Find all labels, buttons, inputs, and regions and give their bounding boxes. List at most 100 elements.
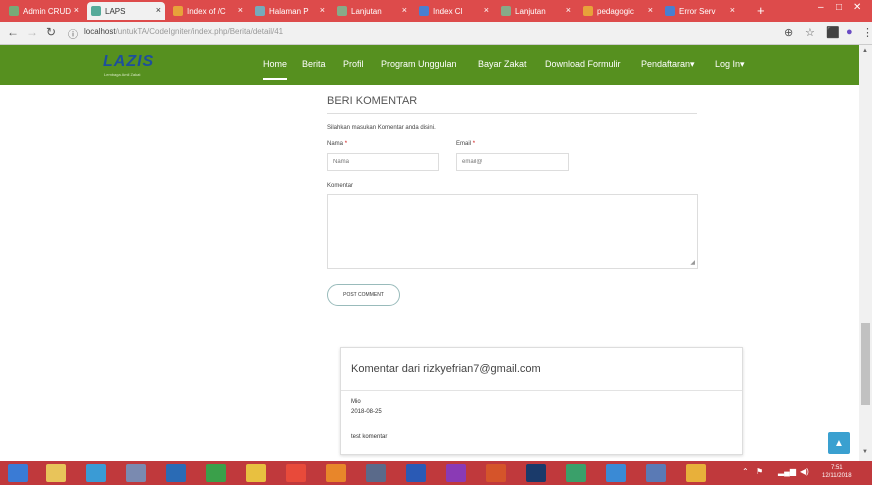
browser-tab[interactable]: pedagogic × [579, 2, 657, 20]
divider [327, 113, 697, 114]
taskbar-app16-icon[interactable] [606, 464, 626, 482]
site-logo[interactable]: LAZIS [103, 53, 154, 71]
taskbar-app4-icon[interactable] [126, 464, 146, 482]
profile-avatar[interactable]: ● [846, 26, 853, 38]
taskbar-app8-icon[interactable] [286, 464, 306, 482]
taskbar-outlook-icon[interactable] [166, 464, 186, 482]
browser-tab[interactable]: Lanjutan × [333, 2, 411, 20]
network-icon[interactable]: ▂▄▆ [778, 467, 796, 476]
comment-label: Komentar [327, 183, 354, 189]
comment-date: 2018-08-25 [351, 409, 382, 415]
browser-tab[interactable]: Admin CRUD × [5, 2, 83, 20]
taskbar-onenote-icon[interactable] [446, 464, 466, 482]
taskbar-mail-icon[interactable] [366, 464, 386, 482]
divider [341, 390, 742, 391]
menu-icon[interactable]: ⋮ [862, 26, 872, 39]
taskbar-app17-icon[interactable] [646, 464, 666, 482]
maximize-icon[interactable]: □ [836, 2, 842, 13]
tab-close-icon[interactable]: × [730, 5, 735, 15]
site-navbar: LAZIS Lembaga Amil Zakat Home Berita Pro… [0, 45, 859, 85]
tray-chevron-icon[interactable]: ⌃ [742, 467, 749, 476]
taskbar-start-icon[interactable] [8, 464, 28, 482]
tab-favicon-icon [501, 6, 511, 16]
tab-favicon-icon [91, 6, 101, 16]
tab-label: Error Serv [679, 6, 716, 16]
close-window-icon[interactable]: ✕ [853, 2, 861, 13]
nav-berita[interactable]: Berita [302, 59, 326, 69]
taskbar-ie-icon[interactable] [86, 464, 106, 482]
tab-favicon-icon [419, 6, 429, 16]
info-icon[interactable]: ⓘ [68, 26, 78, 41]
bookmark-star-icon[interactable]: ☆ [805, 26, 815, 39]
browser-tab[interactable]: Index of /C × [169, 2, 247, 20]
taskbar-app15-icon[interactable] [566, 464, 586, 482]
form-hint: Silahkan masukan Komentar anda disini. [327, 125, 436, 131]
taskbar-word-icon[interactable] [406, 464, 426, 482]
tab-favicon-icon [173, 6, 183, 16]
resize-handle-icon[interactable]: ◢ [690, 259, 695, 266]
name-label: Nama * [327, 141, 348, 147]
tab-close-icon[interactable]: × [320, 5, 325, 15]
taskbar-clock[interactable]: 7:51 12/11/2018 [822, 464, 852, 480]
tab-close-icon[interactable]: × [402, 5, 407, 15]
volume-icon[interactable]: ◀) [800, 467, 809, 476]
name-input[interactable] [327, 153, 439, 171]
taskbar-firefox-icon[interactable] [326, 464, 346, 482]
back-to-top-button[interactable]: ▲ [828, 432, 850, 454]
minimize-icon[interactable]: – [818, 2, 824, 13]
tab-label: Lanjutan [515, 6, 546, 16]
tab-close-icon[interactable]: × [566, 5, 571, 15]
tab-close-icon[interactable]: × [484, 5, 489, 15]
scroll-thumb[interactable] [861, 323, 870, 405]
nav-pendaftaran[interactable]: Pendaftaran▾ [641, 59, 695, 70]
back-icon[interactable]: ← [7, 25, 19, 39]
tab-favicon-icon [255, 6, 265, 16]
tab-label: Halaman P [269, 6, 309, 16]
scroll-down-icon[interactable]: ▼ [862, 449, 868, 455]
taskbar-photoshop-icon[interactable] [526, 464, 546, 482]
browser-tab[interactable]: Halaman P × [251, 2, 329, 20]
comment-textarea[interactable]: ◢ [327, 194, 698, 269]
email-label: Email * [456, 141, 476, 147]
page-scrollbar[interactable]: ▲ ▼ [859, 45, 872, 461]
scroll-up-icon[interactable]: ▲ [862, 48, 868, 54]
nav-log-in[interactable]: Log In▾ [715, 59, 745, 70]
forward-icon[interactable]: → [26, 25, 38, 39]
tab-close-icon[interactable]: × [74, 5, 79, 15]
comment-text: test komentar [351, 434, 388, 440]
browser-tab[interactable]: Lanjutan × [497, 2, 575, 20]
taskbar-app6-icon[interactable] [206, 464, 226, 482]
taskbar-file-explorer-icon[interactable] [46, 464, 66, 482]
nav-bayar-zakat[interactable]: Bayar Zakat [478, 59, 527, 69]
taskbar-powerpoint-icon[interactable] [486, 464, 506, 482]
reload-icon[interactable]: ↻ [46, 25, 56, 39]
taskbar-chrome-icon[interactable] [246, 464, 266, 482]
tab-favicon-icon [9, 6, 19, 16]
extension-icon[interactable]: ⬛ [826, 26, 840, 39]
tray-flag-icon[interactable]: ⚑ [756, 467, 763, 476]
tab-close-icon[interactable]: × [156, 5, 161, 15]
browser-tab[interactable]: Index Cl × [415, 2, 493, 20]
nav-home[interactable]: Home [263, 59, 288, 80]
logo-tagline: Lembaga Amil Zakat [104, 72, 141, 77]
nav-program-unggulan[interactable]: Program Unggulan [381, 59, 457, 69]
tab-label: Index Cl [433, 6, 463, 16]
email-input[interactable] [456, 153, 569, 171]
nav-download-formulir[interactable]: Download Formulir [545, 59, 621, 69]
zoom-icon[interactable]: ⊕ [784, 26, 793, 39]
browser-tab[interactable]: Error Serv × [661, 2, 739, 20]
browser-tab[interactable]: LAPS × [87, 2, 165, 20]
comment-card-heading: Komentar dari rizkyefrian7@gmail.com [351, 363, 541, 375]
nav-profil[interactable]: Profil [343, 59, 364, 69]
tab-label: pedagogic [597, 6, 634, 16]
tab-close-icon[interactable]: × [648, 5, 653, 15]
tab-label: Lanjutan [351, 6, 382, 16]
address-bar: ← → ↻ ⓘ localhost/untukTA/CodeIgniter/in… [0, 22, 872, 45]
post-comment-button[interactable]: POST COMMENT [327, 284, 400, 306]
tab-favicon-icon [337, 6, 347, 16]
taskbar-app18-icon[interactable] [686, 464, 706, 482]
url-field[interactable]: localhost/untukTA/CodeIgniter/index.php/… [84, 27, 283, 36]
tab-close-icon[interactable]: × [238, 5, 243, 15]
new-tab-button[interactable]: + [757, 3, 765, 18]
tab-label: Index of /C [187, 6, 226, 16]
